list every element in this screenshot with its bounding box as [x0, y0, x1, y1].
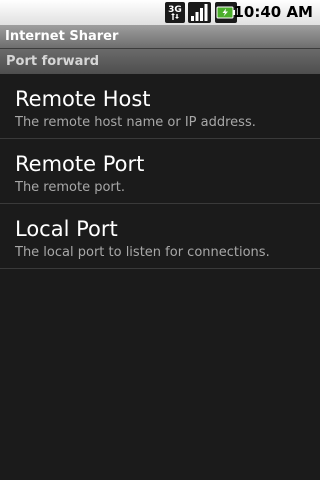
signal-strength-icon: [188, 2, 211, 23]
app-title: Internet Sharer: [5, 29, 119, 44]
preference-summary: The local port to listen for connections…: [15, 245, 270, 260]
preference-category-label: Port forward: [6, 54, 100, 69]
preference-item-remote-host[interactable]: Remote Host The remote host name or IP a…: [0, 74, 320, 139]
preference-summary: The remote port.: [15, 180, 125, 195]
app-title-bar: Internet Sharer: [0, 25, 320, 49]
preference-title: Remote Port: [15, 152, 145, 176]
network-type-label: 3G: [168, 5, 182, 15]
preference-item-remote-port[interactable]: Remote Port The remote port.: [0, 139, 320, 204]
preference-category-header: Port forward: [0, 49, 320, 74]
preference-list: Remote Host The remote host name or IP a…: [0, 74, 320, 269]
3g-data-icon: 3G: [165, 2, 185, 23]
preference-item-local-port[interactable]: Local Port The local port to listen for …: [0, 204, 320, 269]
preference-title: Remote Host: [15, 87, 151, 111]
status-bar: 3G 10:40 AM: [0, 0, 320, 25]
status-clock: 10:40 AM: [233, 3, 313, 21]
preference-summary: The remote host name or IP address.: [15, 115, 256, 130]
preference-title: Local Port: [15, 217, 118, 241]
